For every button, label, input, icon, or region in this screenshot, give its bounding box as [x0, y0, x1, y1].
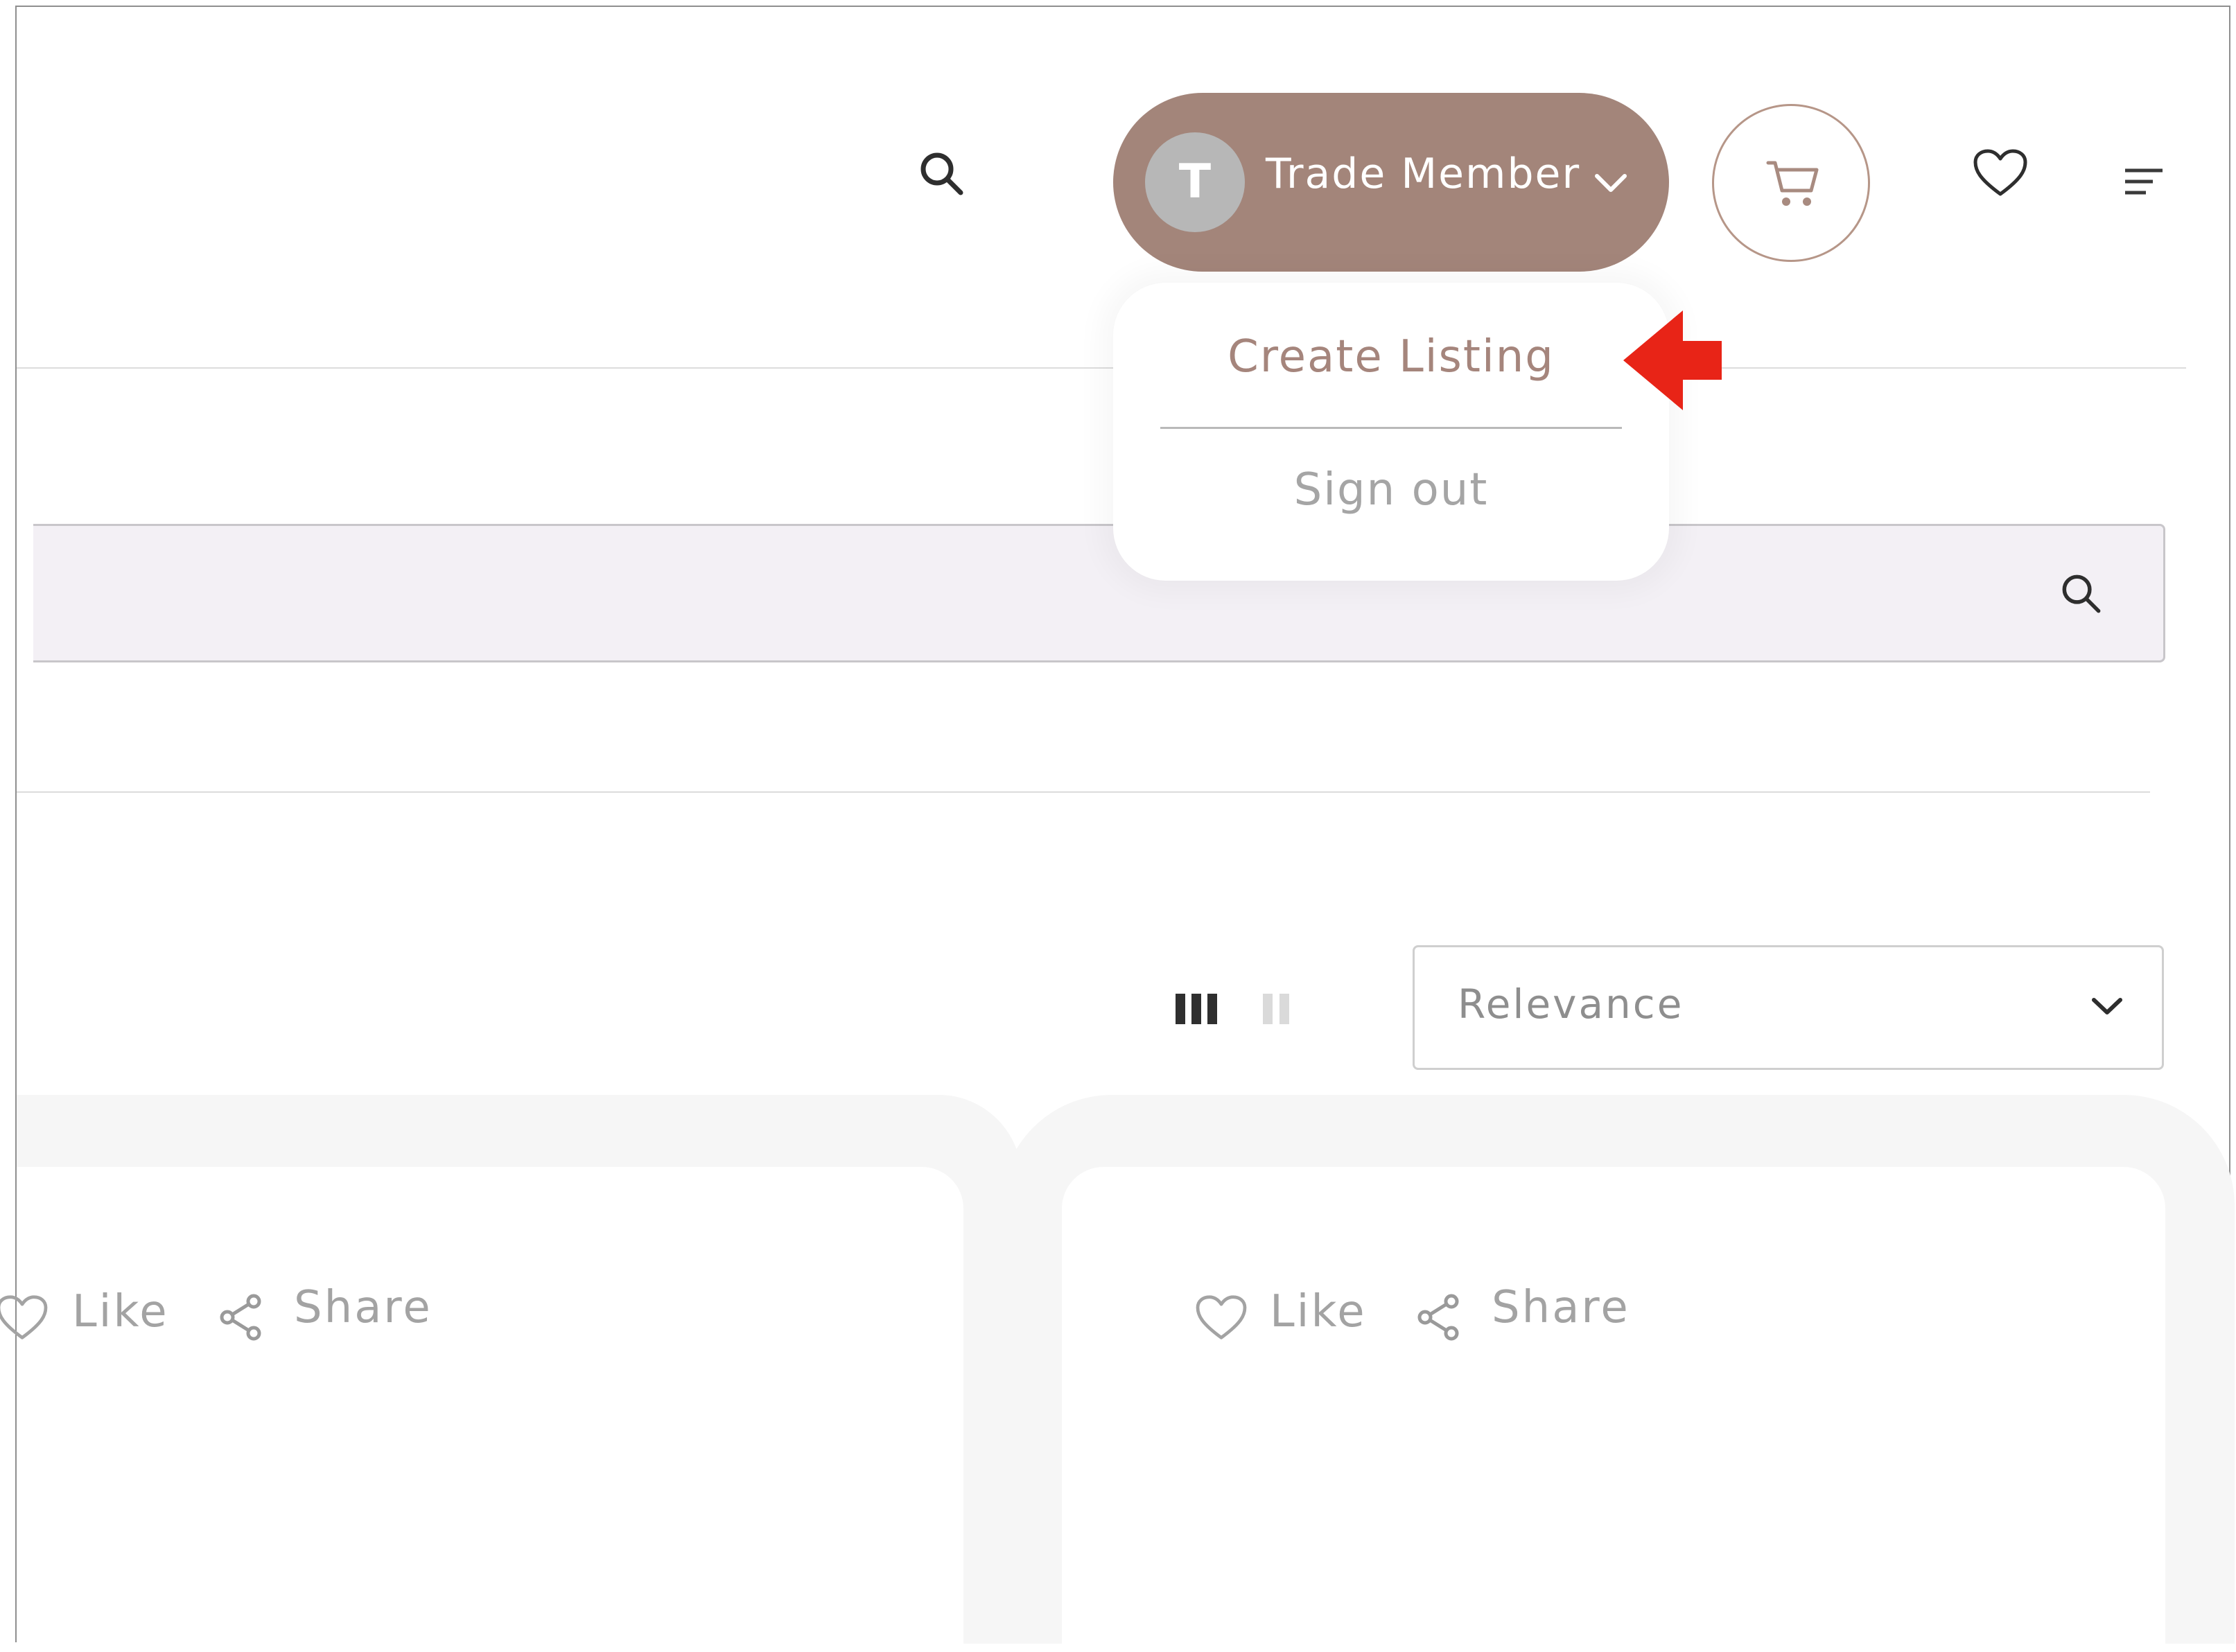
menu-divider	[1160, 427, 1622, 429]
sort-selected-value: Relevance	[1458, 981, 1684, 1028]
cart-icon	[1765, 157, 1821, 210]
user-menu-button[interactable]: T Trade Member	[1113, 93, 1669, 272]
share-icon[interactable]	[1415, 1293, 1464, 1342]
user-name: Trade Member	[1266, 150, 1581, 198]
user-dropdown-menu: Create Listing Sign out	[1113, 283, 1669, 581]
like-button[interactable]: Like	[72, 1286, 169, 1337]
chevron-down-icon	[2090, 993, 2124, 1021]
heart-icon[interactable]	[0, 1294, 49, 1342]
search-input[interactable]	[33, 524, 2165, 662]
search-icon[interactable]	[918, 150, 966, 198]
like-button[interactable]: Like	[1270, 1286, 1367, 1337]
share-button[interactable]: Share	[1492, 1282, 1630, 1333]
heart-icon[interactable]	[1195, 1294, 1248, 1342]
heart-icon[interactable]	[1973, 148, 2028, 198]
sort-select[interactable]: Relevance	[1413, 945, 2164, 1070]
chevron-down-icon	[1593, 169, 1629, 197]
annotation-arrow-icon	[1619, 309, 1731, 412]
header-divider	[17, 367, 2186, 369]
sign-out-menu-item[interactable]: Sign out	[1113, 464, 1669, 516]
share-icon[interactable]	[218, 1293, 266, 1342]
product-card: Like Share	[1001, 1095, 2235, 1652]
menu-icon[interactable]	[2124, 166, 2165, 201]
search-icon[interactable]	[2059, 572, 2104, 616]
three-column-view-icon[interactable]	[1174, 992, 1220, 1026]
browser-frame: T Trade Member Relevance Like Share Like…	[0, 6, 2235, 1652]
two-column-view-icon[interactable]	[1261, 992, 1292, 1026]
section-divider	[17, 791, 2150, 793]
avatar: T	[1145, 132, 1245, 232]
share-button[interactable]: Share	[294, 1282, 433, 1333]
cart-button[interactable]	[1712, 104, 1870, 262]
product-card: Like Share	[0, 1095, 1022, 1652]
create-listing-menu-item[interactable]: Create Listing	[1113, 331, 1669, 383]
